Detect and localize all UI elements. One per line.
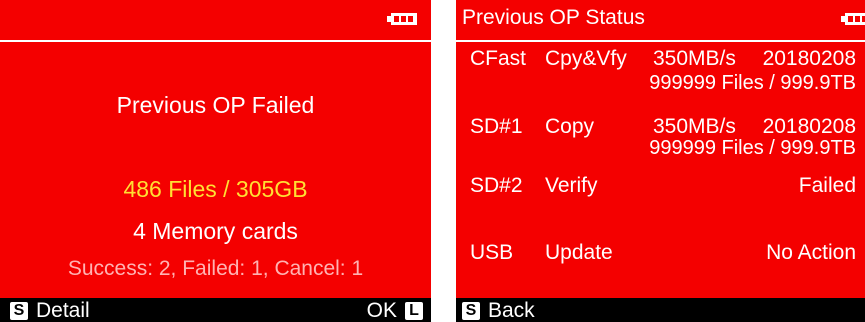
- s-key-icon: S: [10, 302, 28, 320]
- back-label: Back: [488, 299, 535, 322]
- file-summary: 486 Files / 305GB: [123, 176, 308, 202]
- header-divider: [0, 40, 431, 42]
- date-label: 20180208: [762, 115, 856, 138]
- status-label: Failed: [798, 174, 856, 197]
- detail-label: Detail: [36, 299, 90, 322]
- ok-label: OK: [366, 299, 397, 322]
- operation-label: Update: [545, 241, 613, 264]
- right-softkey-bar: S Back: [456, 298, 865, 322]
- battery-full-icon: [841, 13, 865, 25]
- battery-full-icon: [387, 13, 417, 25]
- speed-label: 350MB/s: [653, 47, 736, 70]
- left-softkey-bar: S Detail OK L: [0, 298, 431, 322]
- status-bar: [0, 0, 431, 40]
- status-header: Previous OP Status: [456, 0, 865, 40]
- device-label: SD#1: [470, 115, 523, 138]
- file-size-detail: 999999 Files / 999.9TB: [649, 72, 856, 94]
- s-key-icon: S: [462, 302, 480, 320]
- file-size-detail: 999999 Files / 999.9TB: [649, 137, 856, 159]
- device-label: CFast: [470, 47, 527, 70]
- l-key-icon: L: [405, 302, 423, 320]
- header-divider: [456, 40, 865, 42]
- speed-label: 350MB/s: [653, 115, 736, 138]
- page-title: Previous OP Status: [462, 6, 645, 29]
- status-detail-screen: Previous OP Status CFast Cpy&Vfy 350MB/s…: [456, 0, 865, 322]
- status-label: No Action: [766, 241, 856, 264]
- memory-card-count: 4 Memory cards: [133, 218, 298, 244]
- device-label: SD#2: [470, 174, 523, 197]
- operation-label: Verify: [545, 174, 598, 197]
- failure-heading: Previous OP Failed: [116, 92, 315, 118]
- operation-label: Cpy&Vfy: [545, 47, 627, 70]
- failure-summary-screen: Previous OP Failed 486 Files / 305GB 4 M…: [0, 0, 431, 322]
- result-breakdown: Success: 2, Failed: 1, Cancel: 1: [67, 257, 364, 280]
- device-label: USB: [470, 241, 514, 264]
- operation-label: Copy: [545, 115, 595, 138]
- date-label: 20180208: [762, 47, 856, 70]
